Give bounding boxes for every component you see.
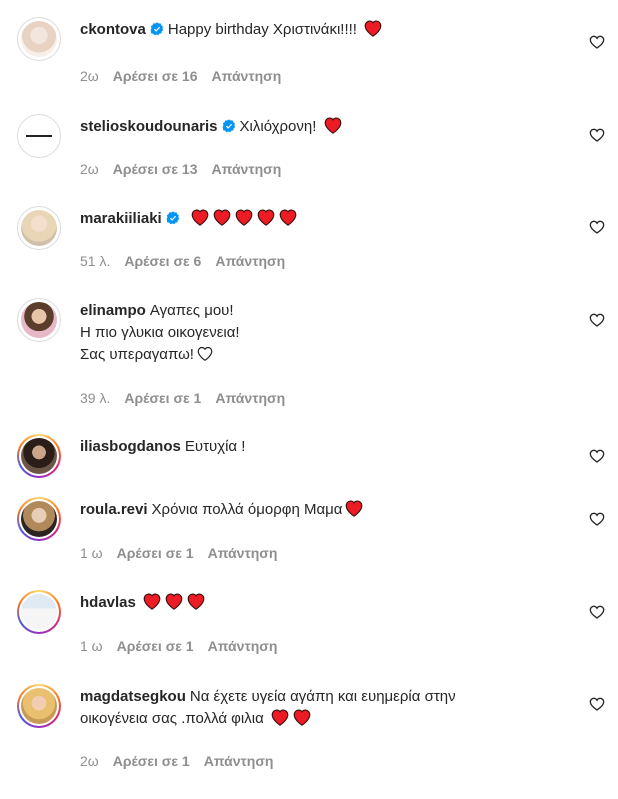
emoji-group [184,209,298,227]
comment-text-line: Η πιο γλυκια οικογενεια! [80,324,240,341]
red-heart-emoji [346,500,363,517]
comment-meta: 1 ω Αρέσει σε 1 Απάντηση [80,545,291,561]
comment-time[interactable]: 2ω [80,161,99,177]
red-heart-emoji [143,593,161,610]
comment-username[interactable]: magdatsegkou [80,688,186,705]
heart-outline-icon[interactable] [589,696,605,712]
avatar-story-ring[interactable] [17,497,61,541]
avatar[interactable] [17,17,61,61]
comment-text: Χρόνια πολλά όμορφη Μαμα [151,501,343,518]
comment-time[interactable]: 51 λ. [80,253,110,269]
avatar-story-ring[interactable] [17,590,61,634]
reply-button[interactable]: Απάντηση [215,253,285,269]
heart-outline-icon[interactable] [589,511,605,527]
comment-username[interactable]: ckontova [80,21,146,38]
verified-badge-icon [222,119,235,133]
reply-button[interactable]: Απάντηση [208,638,278,654]
comment-text: Αγαπες μου! [149,302,234,319]
comment-text-line: οικογένεια σας .πολλά φιλια [80,710,264,727]
comment-meta: 2ω Αρέσει σε 13 Απάντηση [80,161,295,177]
comment-time[interactable]: 2ω [80,753,99,769]
red-heart-emoji [293,709,311,726]
comment-username[interactable]: elinampo [80,302,146,319]
reply-button[interactable]: Απάντηση [215,390,285,406]
comment-username[interactable]: iliasbogdanos [80,438,181,455]
comment-time[interactable]: 39 λ. [80,390,110,406]
comment-username[interactable]: roula.revi [80,501,148,518]
comment-text-line: Σας υπεραγαπω! [80,346,194,363]
heart-outline-icon[interactable] [589,127,605,143]
comment-likes[interactable]: Αρέσει σε 1 [117,638,194,654]
comment-time[interactable]: 1 ω [80,638,103,654]
reply-button[interactable]: Απάντηση [212,68,282,84]
comment-time[interactable]: 1 ω [80,545,103,561]
red-heart-emoji [165,593,183,610]
red-heart-emoji [271,709,289,726]
heart-outline-icon[interactable] [589,34,605,50]
reply-button[interactable]: Απάντηση [212,161,282,177]
comment-likes[interactable]: Αρέσει σε 13 [113,161,198,177]
avatar-story-ring[interactable] [17,434,61,478]
comment-meta: 51 λ. Αρέσει σε 6 Απάντηση [80,253,299,269]
verified-badge-icon [150,22,164,36]
reply-button[interactable]: Απάντηση [204,753,274,769]
avatar-story-ring[interactable] [17,684,61,728]
heart-outline-icon[interactable] [589,312,605,328]
comment-text: Να έχετε υγεία αγάπη και ευημερία στην [189,688,456,705]
red-heart-emoji [191,209,209,226]
comment-text: Χιλιόχρονη! [239,118,317,135]
emoji-group [140,593,206,611]
red-heart-emoji [364,20,382,37]
comment-text: Happy birthday Χριστινάκι!!!! [167,21,357,38]
comment-time[interactable]: 2ω [80,68,99,84]
comment-likes[interactable]: Αρέσει σε 1 [113,753,190,769]
red-heart-emoji [187,593,205,610]
comment-username[interactable]: marakiiliaki [80,210,162,227]
red-heart-emoji [257,209,275,226]
red-heart-emoji [213,209,231,226]
comment-meta: 39 λ. Αρέσει σε 1 Απάντηση [80,390,299,406]
comment-likes[interactable]: Αρέσει σε 16 [113,68,198,84]
comment-meta: 1 ω Αρέσει σε 1 Απάντηση [80,638,291,654]
avatar[interactable] [17,114,61,158]
comment-username[interactable]: stelioskoudounaris [80,118,218,135]
comment-text: Ευτυχία ! [184,438,246,455]
comment-likes[interactable]: Αρέσει σε 1 [117,545,194,561]
red-heart-emoji [235,209,253,226]
red-heart-emoji [279,209,297,226]
heart-outline-emoji [197,346,213,361]
reply-button[interactable]: Απάντηση [208,545,278,561]
heart-outline-icon[interactable] [589,219,605,235]
comment-likes[interactable]: Αρέσει σε 1 [124,390,201,406]
comment-likes[interactable]: Αρέσει σε 6 [124,253,201,269]
verified-badge-icon [166,211,179,225]
comment-meta: 2ω Αρέσει σε 1 Απάντηση [80,753,287,769]
comment-meta: 2ω Αρέσει σε 16 Απάντηση [80,68,295,84]
heart-outline-icon[interactable] [589,604,605,620]
avatar[interactable] [17,298,61,342]
heart-outline-icon[interactable] [589,448,605,464]
comment-username[interactable]: hdavlas [80,594,136,611]
avatar[interactable] [17,206,61,250]
red-heart-emoji [324,117,341,134]
